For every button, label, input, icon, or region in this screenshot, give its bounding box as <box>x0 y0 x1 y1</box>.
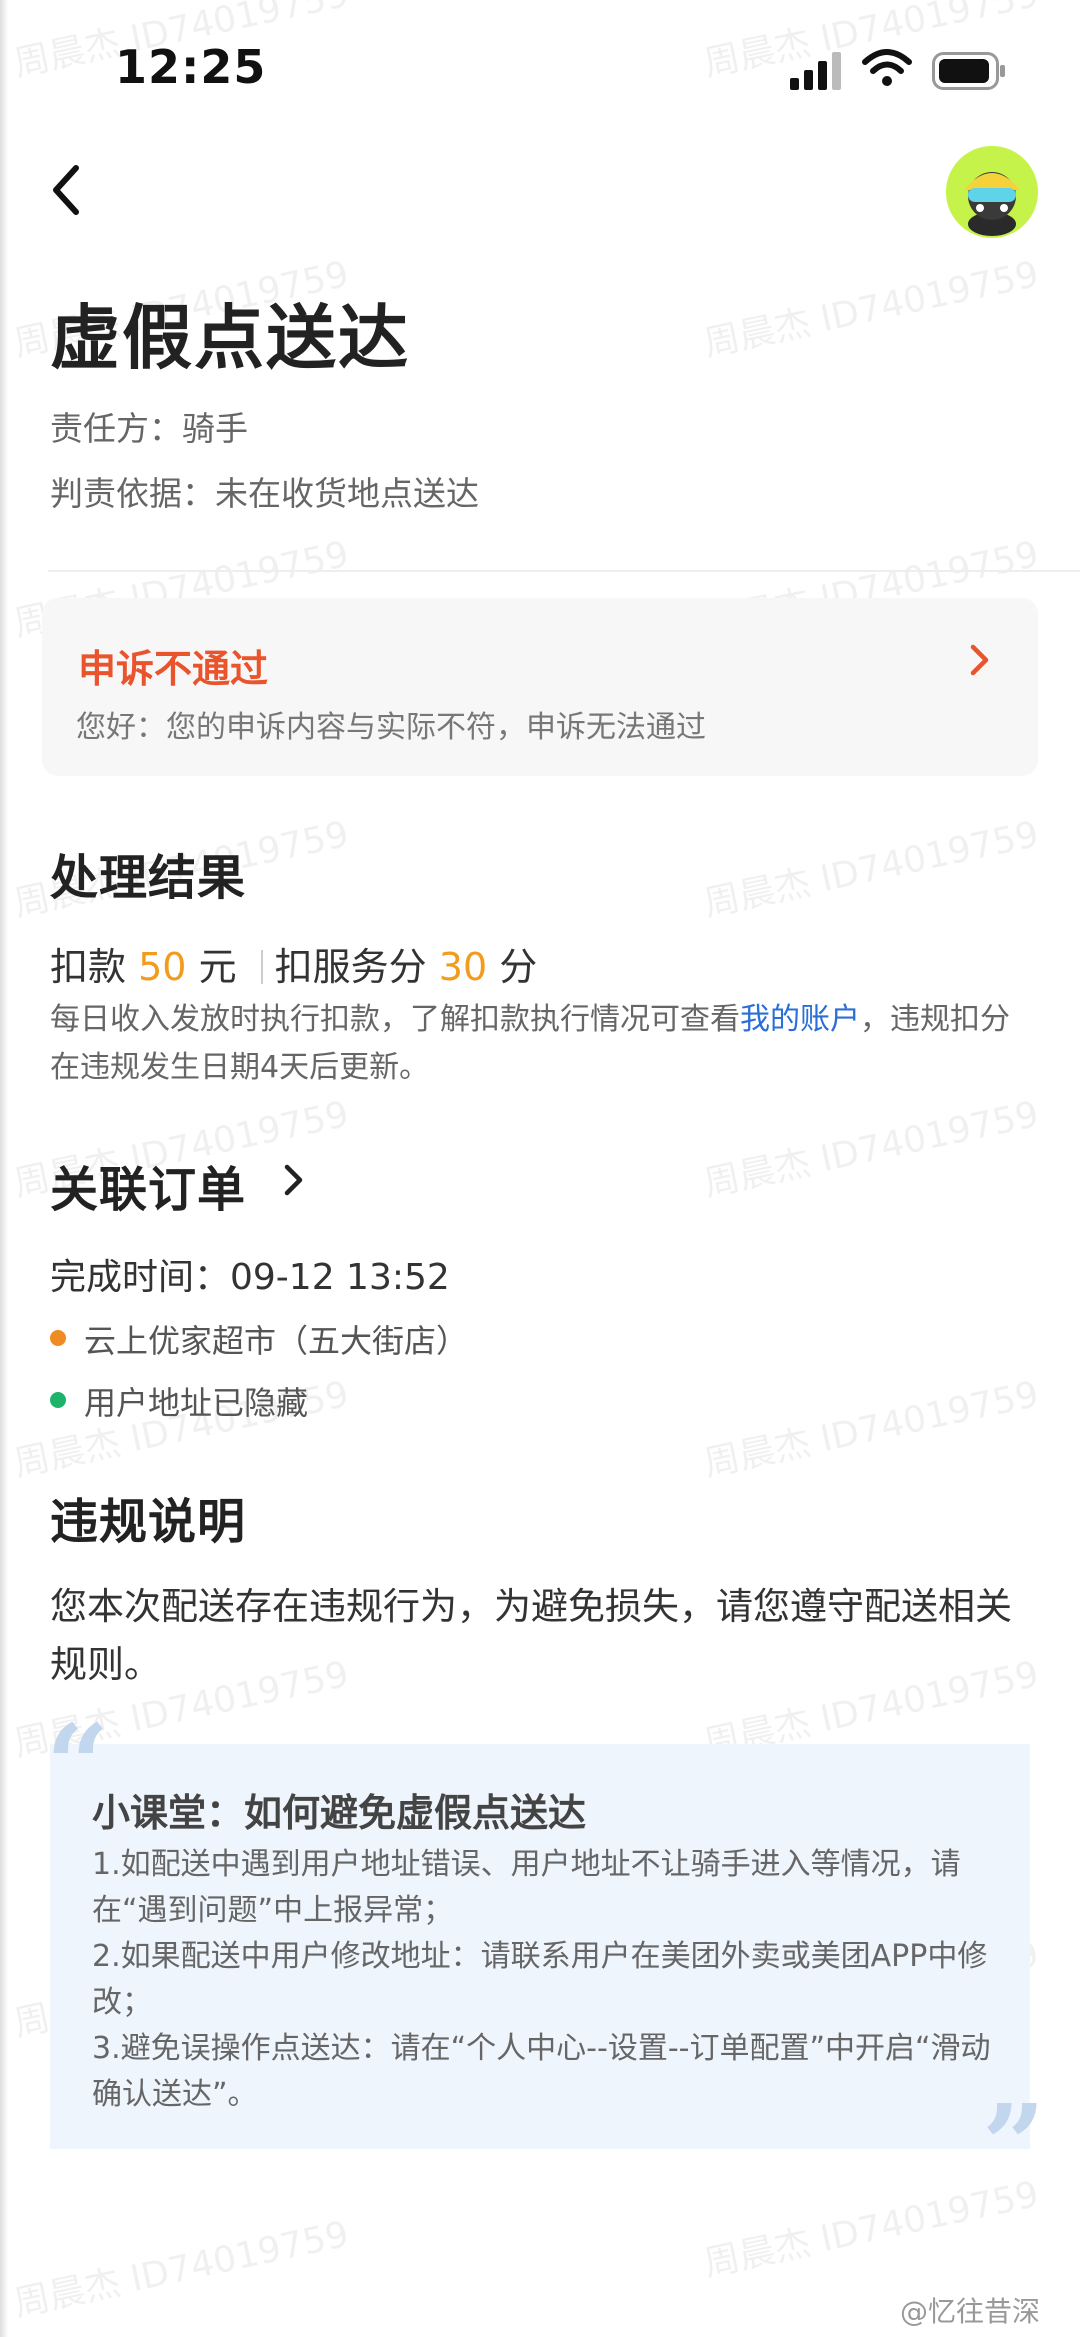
my-account-link[interactable]: 我的账户 <box>740 1002 860 1037</box>
points-unit: 分 <box>499 945 538 989</box>
screen-edge-shadow <box>0 0 8 2337</box>
store-dot-icon <box>50 1330 66 1346</box>
violation-heading: 违规说明 <box>50 1494 247 1550</box>
tips-title: 小课堂：如何避免虚假点送达 <box>92 1791 587 1835</box>
watermark: 周晨杰 ID74019759 <box>700 1373 1043 1485</box>
responsible-party: 责任方：骑手 <box>50 409 248 448</box>
battery-icon <box>932 52 1005 90</box>
customer-address: 用户地址已隐藏 <box>84 1384 309 1422</box>
points-amount: 30 <box>438 945 488 989</box>
watermark: 周晨杰 ID74019759 <box>700 1093 1043 1205</box>
result-heading: 处理结果 <box>50 850 247 906</box>
store-name: 云上优家超市（五大街店） <box>84 1322 469 1360</box>
separator <box>260 950 263 984</box>
page-title: 虚假点送达 <box>50 297 410 379</box>
list-item: 1.如配送中遇到用户地址错误、用户地址不让骑手进入等情况，请在“遇到问题”中上报… <box>92 1847 961 1928</box>
deduct-unit: 元 <box>198 945 237 989</box>
list-item: 3.避免误操作点送达：请在“个人中心--设置--订单配置”中开启“滑动确认送达”… <box>92 2031 991 2112</box>
watermark: 周晨杰 ID74019759 <box>700 253 1043 365</box>
points-prefix: 扣服务分 <box>274 945 427 989</box>
cellular-signal-icon <box>790 52 841 90</box>
back-arrow-icon[interactable] <box>48 160 88 220</box>
status-time: 12:25 <box>115 40 267 94</box>
appeal-status: 申诉不通过 <box>78 647 269 691</box>
penalty-summary: 扣款 50 元 扣服务分 30 分 <box>50 936 537 991</box>
chevron-right-icon[interactable] <box>968 642 992 678</box>
tips-list: 1.如配送中遇到用户地址错误、用户地址不让骑手进入等情况，请在“遇到问题”中上报… <box>92 1842 1012 2118</box>
related-order-heading[interactable]: 关联订单 <box>50 1150 246 1220</box>
wifi-icon <box>862 49 912 86</box>
penalty-note: 每日收入发放时执行扣款，了解扣款执行情况可查看我的账户，违规扣分在违规发生日期4… <box>50 996 1020 1092</box>
appeal-message: 您好：您的申诉内容与实际不符，申诉无法通过 <box>76 710 706 745</box>
finish-time: 完成时间：09-12 13:52 <box>50 1257 450 1298</box>
watermark: 周晨杰 ID74019759 <box>10 2213 353 2325</box>
helmet-mascot-icon <box>946 146 1038 238</box>
judgment-basis: 判责依据：未在收货地点送达 <box>50 474 479 513</box>
address-dot-icon <box>50 1392 66 1408</box>
deduct-amount: 50 <box>138 945 187 989</box>
deduct-prefix: 扣款 <box>50 945 127 989</box>
watermark: 周晨杰 ID74019759 <box>700 813 1043 925</box>
violation-text: 您本次配送存在违规行为，为避免损失，请您遵守配送相关规则。 <box>50 1585 1012 1686</box>
note-text: 每日收入发放时执行扣款，了解扣款执行情况可查看 <box>50 1002 740 1037</box>
list-item: 2.如果配送中用户修改地址：请联系用户在美团外卖或美团APP中修改； <box>92 1939 988 2020</box>
avatar[interactable] <box>946 146 1038 238</box>
chevron-right-icon[interactable] <box>283 1163 305 1197</box>
divider <box>48 570 1080 572</box>
weibo-credit: @忆往昔深 <box>900 2295 1041 2328</box>
